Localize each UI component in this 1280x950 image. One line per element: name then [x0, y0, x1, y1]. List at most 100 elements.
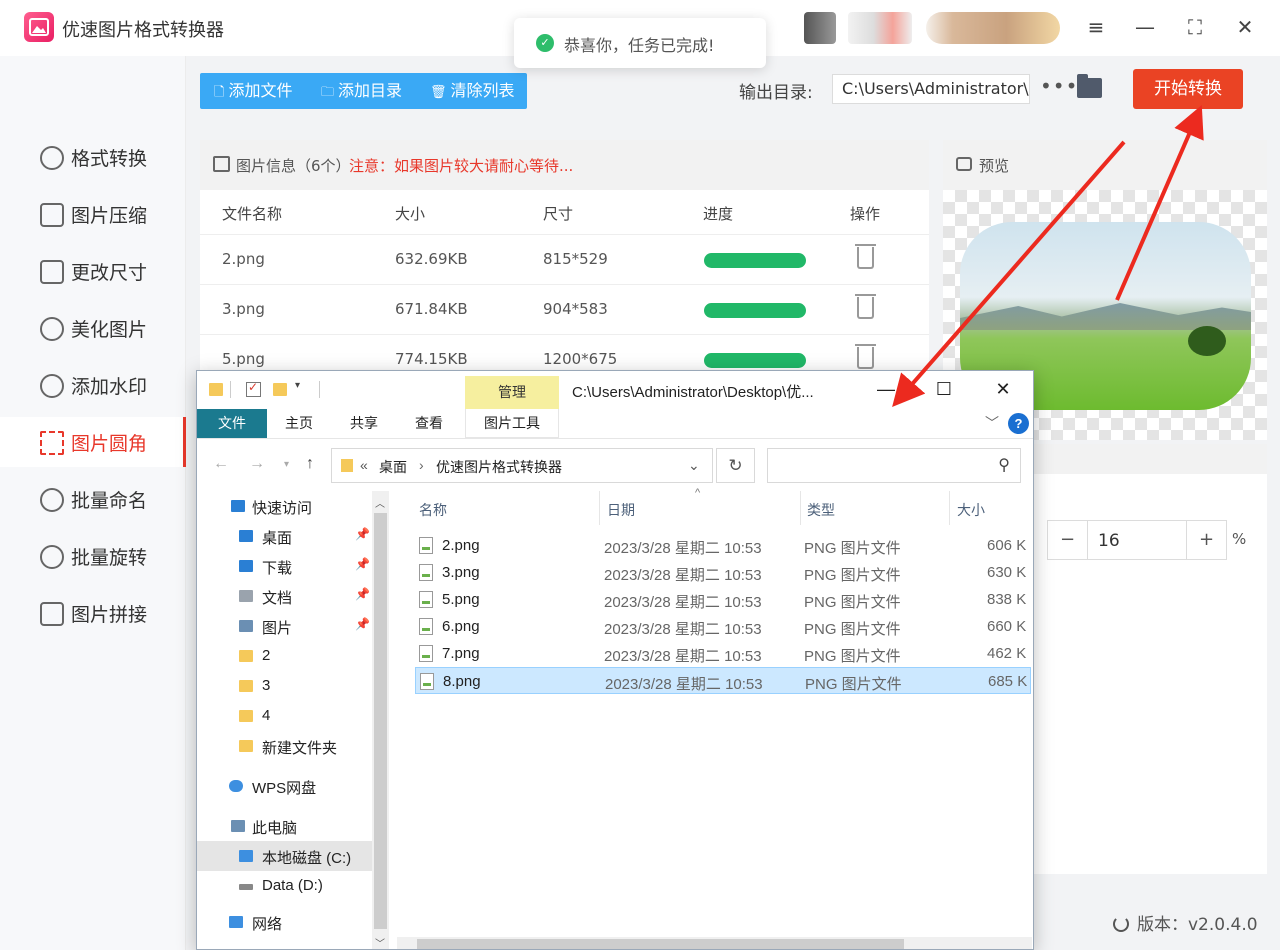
file-row[interactable]: 7.png 2023/3/28 星期二 10:53 PNG 图片文件 462 K: [415, 640, 1031, 667]
pictures-icon: [239, 620, 253, 632]
folder-icon: [239, 650, 253, 662]
delete-icon[interactable]: [855, 244, 876, 269]
nav-wps-cloud[interactable]: WPS网盘: [197, 771, 372, 801]
nav-documents[interactable]: 文档 📌: [197, 581, 372, 611]
nav-quick-access[interactable]: 快速访问: [197, 491, 372, 521]
manage-tab[interactable]: 管理: [465, 376, 559, 409]
sidebar-item-watermark[interactable]: 添加水印: [0, 360, 186, 410]
recent-locations-icon[interactable]: ▾: [284, 459, 289, 470]
properties-icon[interactable]: [246, 380, 261, 397]
nav-drive-c[interactable]: 本地磁盘 (C:): [197, 841, 372, 871]
version-info[interactable]: 版本：v2.0.4.0: [1113, 910, 1258, 935]
file-date: 2023/3/28 星期二 10:53: [605, 676, 763, 693]
sidebar-item-rounded-corner[interactable]: 图片圆角: [0, 417, 186, 467]
sidebar-item-format-convert[interactable]: 格式转换: [0, 132, 186, 182]
scroll-up-icon[interactable]: ︿: [375, 495, 385, 510]
add-folder-button[interactable]: 🗀 添加目录: [321, 73, 402, 109]
explorer-close-icon[interactable]: ✕: [988, 377, 1018, 401]
sidebar-item-stitch[interactable]: 图片拼接: [0, 588, 186, 638]
sidebar-item-resize[interactable]: 更改尺寸: [0, 246, 186, 296]
file-row-selected[interactable]: 8.png 2023/3/28 星期二 10:53 PNG 图片文件 685 K: [415, 667, 1031, 694]
help-icon[interactable]: ?: [1008, 413, 1029, 434]
file-row[interactable]: 5.png 2023/3/28 星期二 10:53 PNG 图片文件 838 K: [415, 586, 1031, 613]
nav-this-pc[interactable]: 此电脑: [197, 811, 372, 841]
fullscreen-icon[interactable]: ⛶: [1182, 14, 1208, 40]
column-header-size[interactable]: 大小: [957, 500, 985, 520]
horizontal-scrollbar[interactable]: [397, 937, 1032, 949]
scroll-down-icon[interactable]: ﹀: [375, 935, 385, 949]
explorer-maximize-icon[interactable]: ☐: [929, 377, 959, 401]
tab-picture-tools[interactable]: 图片工具: [465, 409, 559, 438]
watermark-icon: [40, 374, 64, 398]
nav-label: 网络: [252, 916, 283, 933]
sidebar-item-rotate[interactable]: 批量旋转: [0, 531, 186, 581]
explorer-minimize-icon[interactable]: —: [871, 377, 901, 401]
breadcrumb-desktop[interactable]: 桌面: [379, 457, 407, 477]
nav-folder-3[interactable]: 3: [197, 671, 372, 701]
back-arrow-icon[interactable]: ←: [213, 455, 229, 473]
file-name: 5.png: [442, 591, 480, 608]
sidebar-item-rename[interactable]: 批量命名: [0, 474, 186, 524]
radius-value-input[interactable]: 16: [1098, 531, 1120, 551]
file-row[interactable]: 3.png 2023/3/28 星期二 10:53 PNG 图片文件 630 K: [415, 559, 1031, 586]
up-arrow-icon[interactable]: ↑: [306, 455, 314, 473]
column-divider[interactable]: [949, 491, 950, 525]
progress-bar: [704, 253, 806, 268]
scrollbar-thumb[interactable]: [417, 939, 904, 949]
address-bar[interactable]: « 桌面 › 优速图片格式转换器 ⌄: [331, 448, 713, 483]
refresh-button[interactable]: ↻: [716, 448, 755, 483]
nav-scrollbar[interactable]: ︿ ﹀: [372, 491, 389, 949]
tab-share[interactable]: 共享: [342, 409, 386, 438]
nav-pictures[interactable]: 图片 📌: [197, 611, 372, 641]
output-dir-field[interactable]: C:\Users\Administrator\: [832, 74, 1030, 104]
nav-network[interactable]: 网络: [197, 907, 372, 937]
nav-desktop[interactable]: 桌面 📌: [197, 521, 372, 551]
tab-home[interactable]: 主页: [277, 409, 321, 438]
folder-icon: [209, 383, 223, 396]
column-header-date[interactable]: 日期: [607, 500, 635, 520]
delete-icon[interactable]: [855, 344, 876, 369]
sidebar-item-compress[interactable]: 图片压缩: [0, 189, 186, 239]
sort-indicator-icon: ^: [695, 487, 701, 499]
breadcrumb-overflow[interactable]: «: [360, 457, 368, 473]
refresh-icon: [1113, 916, 1129, 932]
nav-downloads[interactable]: 下载 📌: [197, 551, 372, 581]
radius-increase-button[interactable]: +: [1186, 521, 1226, 559]
scrollbar-thumb[interactable]: [374, 513, 387, 929]
delete-icon[interactable]: [855, 294, 876, 319]
more-options-button[interactable]: •••: [1040, 74, 1078, 98]
new-folder-icon[interactable]: [273, 383, 287, 396]
add-file-button[interactable]: 🗋 添加文件: [214, 73, 292, 109]
user-avatar[interactable]: [804, 12, 836, 44]
tab-view[interactable]: 查看: [407, 409, 451, 438]
file-list-pane: ^ 名称 日期 类型 大小 2.png 2023/3/28 星期二 10:53 PN…: [389, 487, 1033, 949]
tab-file[interactable]: 文件: [197, 409, 267, 438]
customize-quick-access-icon[interactable]: ▾: [295, 380, 300, 391]
nav-folder-2[interactable]: 2: [197, 641, 372, 671]
nav-drive-d[interactable]: Data (D:): [197, 871, 372, 901]
file-row[interactable]: 6.png 2023/3/28 星期二 10:53 PNG 图片文件 660 K: [415, 613, 1031, 640]
file-icon: 🗋: [214, 85, 225, 100]
vip-badge-blurred[interactable]: [926, 12, 1060, 44]
forward-arrow-icon[interactable]: →: [249, 455, 265, 473]
radius-decrease-button[interactable]: −: [1048, 521, 1088, 559]
nav-new-folder[interactable]: 新建文件夹: [197, 731, 372, 761]
column-header-type[interactable]: 类型: [807, 500, 835, 520]
column-divider[interactable]: [800, 491, 801, 525]
breadcrumb-current-folder[interactable]: 优速图片格式转换器: [436, 457, 562, 477]
file-row[interactable]: 2.png 2023/3/28 星期二 10:53 PNG 图片文件 606 K: [415, 532, 1031, 559]
search-input[interactable]: ⚲: [767, 448, 1021, 483]
column-divider[interactable]: [599, 491, 600, 525]
close-icon[interactable]: ✕: [1232, 14, 1258, 40]
start-convert-button[interactable]: 开始转换: [1133, 69, 1243, 109]
clear-list-button[interactable]: 🗑 清除列表: [430, 73, 515, 109]
expand-ribbon-icon[interactable]: ﹀: [985, 413, 999, 433]
menu-icon[interactable]: ≡: [1083, 14, 1109, 40]
open-folder-icon[interactable]: [1077, 74, 1102, 98]
nav-folder-4[interactable]: 4: [197, 701, 372, 731]
sidebar-item-beautify[interactable]: 美化图片: [0, 303, 186, 353]
column-header-name[interactable]: 名称: [419, 500, 447, 520]
address-dropdown-icon[interactable]: ⌄: [688, 457, 700, 474]
resize-icon: [40, 260, 64, 284]
minimize-icon[interactable]: —: [1132, 14, 1158, 40]
